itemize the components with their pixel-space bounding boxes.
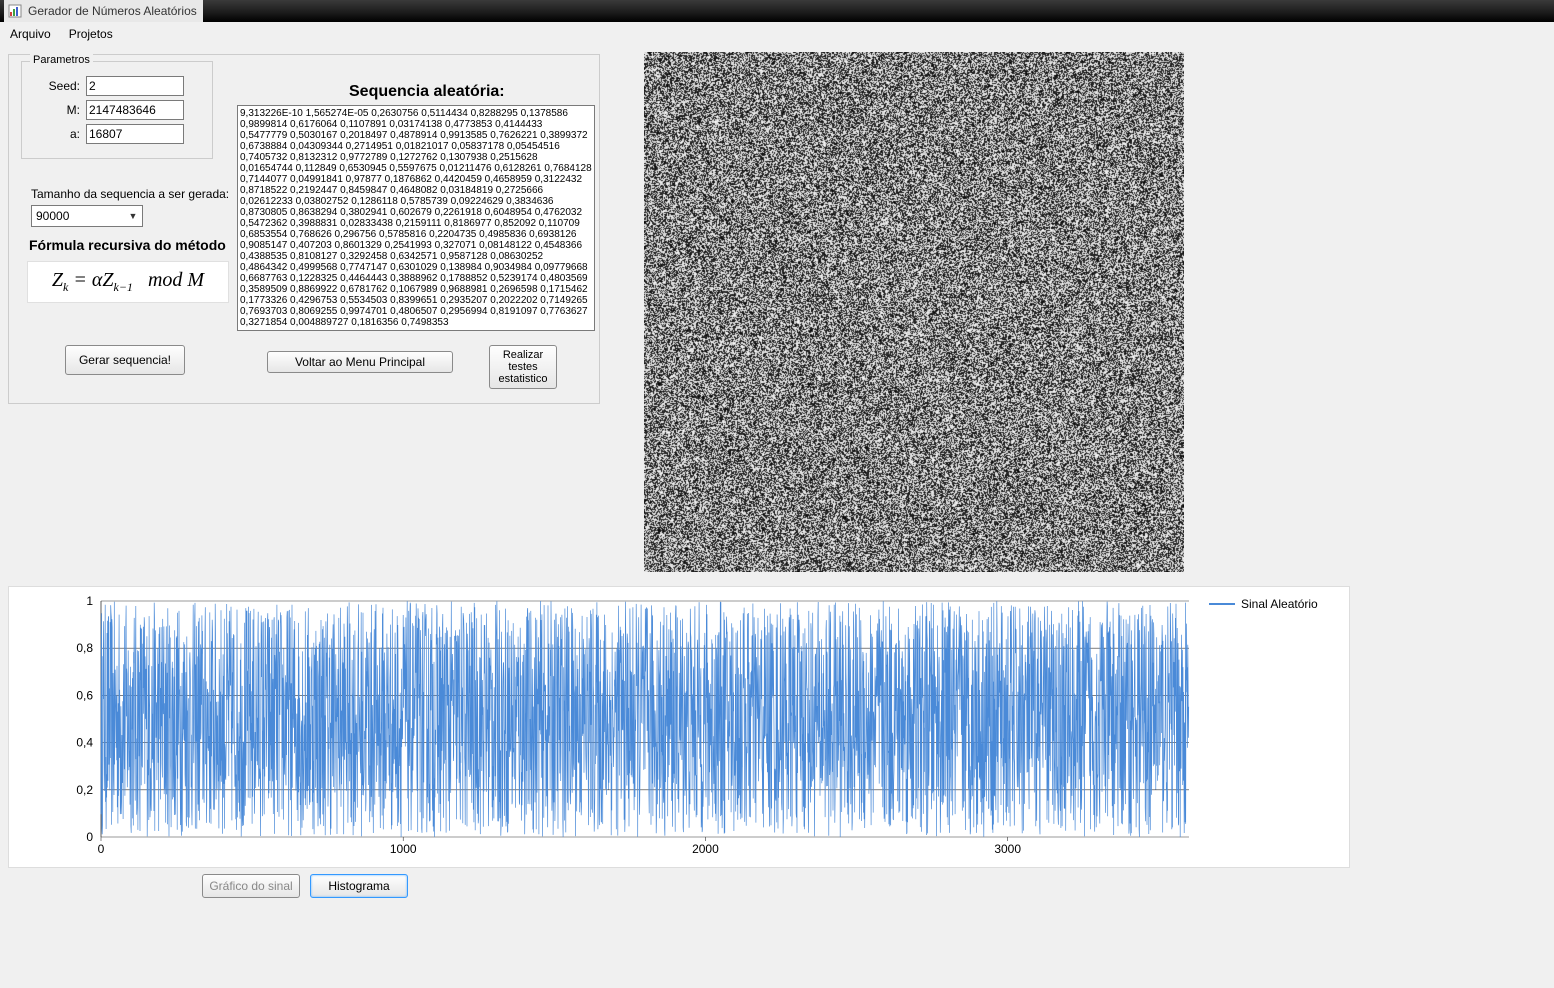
svg-text:0: 0 — [98, 842, 105, 856]
seed-label: Seed: — [30, 79, 86, 93]
parameters-panel: Parametros Seed: M: a: Tamanho da sequen… — [8, 54, 600, 404]
parametros-group: Parametros Seed: M: a: — [21, 61, 213, 159]
sequence-size-combo[interactable]: 90000 ▼ — [31, 205, 143, 227]
window-title: Gerador de Números Aleatórios — [26, 4, 199, 18]
chart-legend: Sinal Aleatório — [1209, 597, 1318, 611]
noise-bitmap — [644, 52, 1184, 572]
formula-image: Zk = αZk−1 mod M — [27, 261, 229, 303]
menu-projetos[interactable]: Projetos — [69, 27, 113, 41]
svg-text:0: 0 — [86, 830, 93, 844]
realizar-testes-button[interactable]: Realizar testes estatistico — [489, 345, 557, 389]
sequence-size-value: 90000 — [36, 209, 69, 223]
svg-text:1: 1 — [86, 594, 93, 608]
chevron-down-icon: ▼ — [126, 211, 140, 221]
voltar-menu-button[interactable]: Voltar ao Menu Principal — [267, 351, 453, 373]
a-input[interactable] — [86, 124, 184, 144]
grafico-sinal-button[interactable]: Gráfico do sinal — [202, 874, 300, 898]
m-label: M: — [30, 103, 86, 117]
menu-arquivo[interactable]: Arquivo — [10, 27, 51, 41]
sequence-size-label: Tamanho da sequencia a ser gerada: — [31, 187, 229, 201]
svg-text:3000: 3000 — [994, 842, 1021, 856]
sequence-title: Sequencia aleatória: — [349, 83, 505, 101]
svg-text:0,2: 0,2 — [76, 783, 93, 797]
svg-text:0,6: 0,6 — [76, 688, 93, 702]
svg-text:0,8: 0,8 — [76, 641, 93, 655]
seed-input[interactable] — [86, 76, 184, 96]
sequence-textarea[interactable]: 9,313226E-10 1,565274E-05 0,2630756 0,51… — [237, 105, 595, 331]
app-icon — [8, 4, 22, 18]
signal-chart: 0 0,2 0,4 0,6 0,8 1 0 1000 2000 3000 Sinal Aleató… — [8, 586, 1350, 868]
gerar-sequencia-button[interactable]: Gerar sequencia! — [65, 345, 185, 375]
histograma-button[interactable]: Histograma — [310, 874, 408, 898]
svg-text:2000: 2000 — [692, 842, 719, 856]
a-label: a: — [30, 127, 86, 141]
formula-title: Fórmula recursiva do método — [29, 237, 226, 253]
menubar: Arquivo Projetos — [0, 22, 1554, 46]
legend-label: Sinal Aleatório — [1241, 597, 1318, 611]
svg-text:0,4: 0,4 — [76, 736, 93, 750]
legend-line-icon — [1209, 603, 1235, 605]
m-input[interactable] — [86, 100, 184, 120]
titlebar: Gerador de Números Aleatórios — [0, 0, 1554, 22]
parametros-legend: Parametros — [30, 54, 93, 66]
svg-text:1000: 1000 — [390, 842, 417, 856]
